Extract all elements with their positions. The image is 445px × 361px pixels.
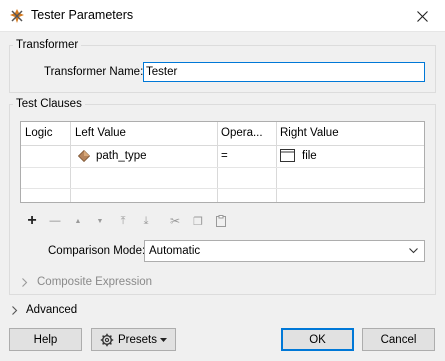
transformer-group-label: Transformer — [16, 39, 79, 51]
right-value-cell[interactable]: file — [302, 150, 317, 162]
text-value-icon — [280, 149, 295, 162]
test-clauses-table[interactable]: Logic Left Value Opera... Right Value pa… — [20, 121, 425, 203]
cancel-button[interactable]: Cancel — [362, 328, 435, 351]
column-header-left-value[interactable]: Left Value — [75, 127, 126, 139]
help-button-label: Help — [33, 333, 58, 346]
move-up-icon[interactable]: ▲ — [68, 212, 88, 230]
operator-cell[interactable]: = — [221, 150, 228, 162]
move-bottom-icon[interactable]: ⤓ — [136, 212, 156, 230]
move-down-icon[interactable]: ▼ — [90, 212, 110, 230]
test-clauses-group-label: Test Clauses — [16, 98, 82, 110]
chevron-right-icon[interactable] — [12, 306, 18, 315]
comparison-mode-value: Automatic — [149, 245, 201, 257]
chevron-down-icon — [409, 248, 418, 254]
presets-button[interactable]: Presets — [91, 328, 176, 351]
cut-icon[interactable]: ✂ — [165, 212, 185, 230]
chevron-right-icon[interactable] — [22, 278, 28, 287]
ok-button[interactable]: OK — [281, 328, 354, 351]
transformer-name-input[interactable] — [143, 62, 425, 82]
presets-button-label: Presets — [118, 333, 157, 346]
comparison-mode-label: Comparison Mode: — [48, 245, 146, 257]
title-bar: Tester Parameters — [0, 0, 445, 32]
close-icon — [416, 10, 428, 22]
help-button[interactable]: Help — [9, 328, 82, 351]
column-header-right-value[interactable]: Right Value — [280, 127, 339, 139]
column-header-logic[interactable]: Logic — [25, 127, 53, 139]
window-title: Tester Parameters — [31, 8, 134, 22]
copy-icon[interactable]: ❐ — [188, 212, 208, 230]
column-header-operator[interactable]: Opera... — [221, 127, 263, 139]
move-top-icon[interactable]: ⤒ — [113, 212, 133, 230]
caret-down-icon — [160, 337, 167, 342]
comparison-mode-select[interactable]: Automatic — [144, 240, 425, 262]
gear-icon — [100, 333, 114, 346]
close-button[interactable] — [399, 0, 445, 32]
fme-workbench-icon — [10, 9, 24, 23]
cancel-button-label: Cancel — [380, 333, 417, 346]
clipboard-glyph — [216, 215, 226, 227]
remove-row-icon[interactable]: — — [45, 212, 65, 230]
add-row-icon[interactable]: + — [22, 212, 42, 230]
ok-button-label: OK — [309, 333, 326, 346]
attribute-diamond-icon — [78, 150, 90, 162]
left-value-cell[interactable]: path_type — [96, 150, 147, 162]
composite-expression-label[interactable]: Composite Expression — [37, 276, 152, 288]
advanced-section-label[interactable]: Advanced — [26, 304, 77, 316]
transformer-name-label: Transformer Name: — [44, 66, 144, 78]
paste-icon[interactable] — [211, 212, 231, 230]
